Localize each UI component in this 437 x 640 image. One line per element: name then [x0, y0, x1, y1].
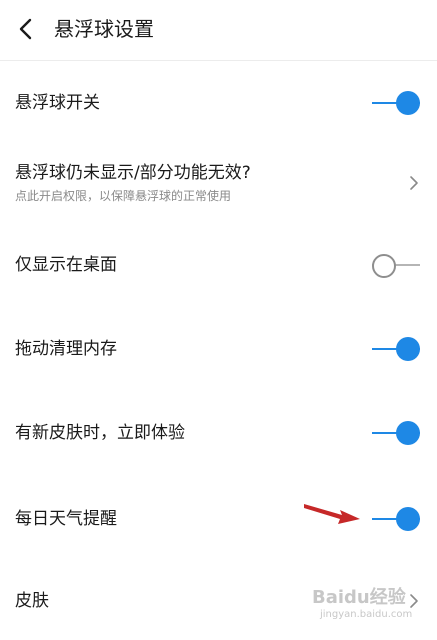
setting-row-floating-ball-switch[interactable]: 悬浮球开关 — [0, 61, 437, 145]
toggle-knob — [396, 91, 420, 115]
setting-label: 仅显示在桌面 — [15, 255, 117, 275]
setting-label: 拖动清理内存 — [15, 339, 117, 359]
toggle-knob — [372, 254, 396, 278]
toggle-knob — [396, 507, 420, 531]
red-arrow-icon — [304, 504, 360, 524]
setting-row-new-skin[interactable]: 有新皮肤时，立即体验 — [0, 391, 437, 475]
header-bar: 悬浮球设置 — [0, 0, 437, 61]
page-title: 悬浮球设置 — [54, 17, 154, 41]
setting-label: 每日天气提醒 — [15, 509, 117, 529]
watermark: Baidu经验 jingyan.baidu.com — [312, 583, 432, 633]
chevron-left-icon — [19, 18, 32, 40]
setting-row-permission[interactable]: 悬浮球仍未显示/部分功能无效? 点此开启权限，以保障悬浮球的正常使用 — [0, 145, 437, 223]
setting-label: 悬浮球开关 — [15, 93, 100, 113]
back-button[interactable] — [12, 14, 42, 44]
new-skin-toggle[interactable] — [370, 419, 424, 447]
toggle-knob — [396, 421, 420, 445]
setting-sublabel: 点此开启权限，以保障悬浮球的正常使用 — [15, 189, 232, 203]
drag-clean-memory-toggle[interactable] — [370, 335, 424, 363]
watermark-logo: Baidu经验 — [312, 587, 406, 608]
setting-row-desktop-only[interactable]: 仅显示在桌面 — [0, 223, 437, 307]
setting-label: 悬浮球仍未显示/部分功能无效? — [15, 163, 251, 183]
setting-row-drag-clean-memory[interactable]: 拖动清理内存 — [0, 307, 437, 391]
floating-ball-toggle[interactable] — [370, 89, 424, 117]
watermark-url: jingyan.baidu.com — [320, 609, 413, 620]
chevron-right-icon — [410, 176, 418, 190]
setting-label: 有新皮肤时，立即体验 — [15, 423, 185, 443]
setting-label: 皮肤 — [15, 591, 49, 611]
toggle-knob — [396, 337, 420, 361]
daily-weather-toggle[interactable] — [370, 505, 424, 533]
setting-row-daily-weather[interactable]: 每日天气提醒 — [0, 475, 437, 561]
desktop-only-toggle[interactable] — [370, 251, 424, 279]
